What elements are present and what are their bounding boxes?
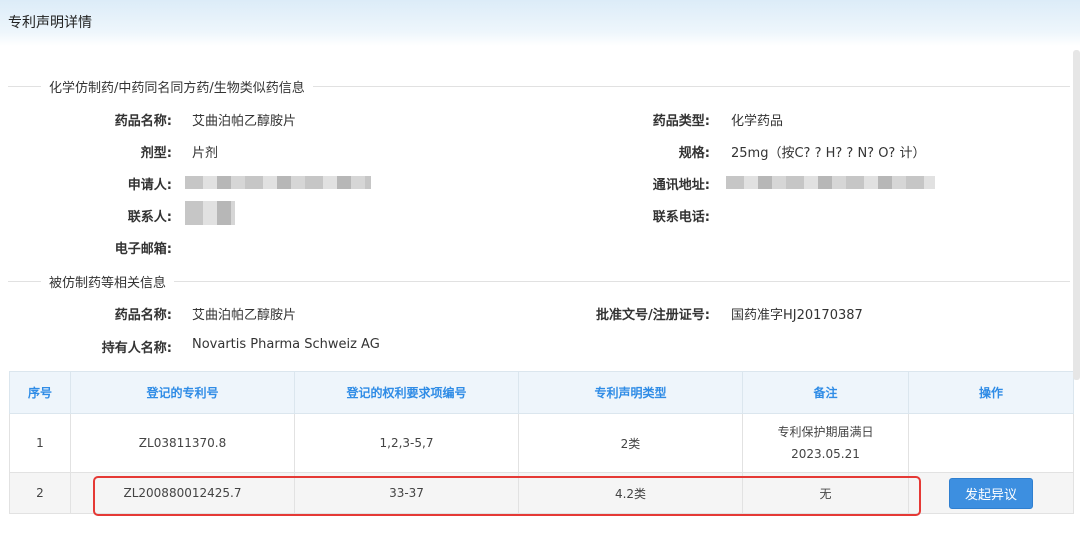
spec-label: 规格:	[678, 146, 710, 161]
drug-name-label: 药品名称:	[114, 114, 172, 129]
dosage-form-label: 剂型:	[140, 146, 172, 161]
ref-drug-name-value: 艾曲泊帕乙醇胺片	[192, 308, 297, 323]
cell-remark: 专利保护期届满日2023.05.21	[742, 413, 909, 473]
col-header-remark: 备注	[742, 371, 909, 414]
contact-redacted	[185, 201, 235, 225]
ref-drug-name-label: 药品名称:	[114, 308, 172, 323]
highlight-annotation	[93, 476, 921, 516]
drug-type-label: 药品类型:	[652, 114, 710, 129]
dosage-form-value: 片剂	[192, 146, 219, 161]
scrollbar[interactable]	[1073, 50, 1080, 380]
col-header-no: 序号	[9, 371, 71, 414]
cell-claims: 1,2,3-5,7	[294, 413, 519, 473]
cell-statement-type: 2类	[518, 413, 743, 473]
section-title-reference-drug: 被仿制药等相关信息	[41, 272, 175, 291]
raise-objection-button[interactable]: 发起异议	[948, 477, 1033, 509]
approval-number-label: 批准文号/注册证号:	[596, 308, 710, 323]
spec-value: 25mg（按C? ? H? ? N? O? 计）	[731, 146, 926, 161]
phone-label: 联系电话:	[652, 210, 710, 225]
table-row: 1 ZL03811370.8 1,2,3-5,7 2类 专利保护期届满日2023…	[9, 413, 1074, 473]
drug-type-value: 化学药品	[731, 114, 784, 129]
applicant-label: 申请人:	[127, 178, 172, 193]
drug-name-value: 艾曲泊帕乙醇胺片	[192, 114, 297, 129]
col-header-claims: 登记的权利要求项编号	[294, 371, 519, 414]
page-header: 专利声明详情	[0, 0, 1080, 46]
cell-no: 1	[9, 413, 71, 473]
applicant-redacted	[185, 176, 371, 189]
cell-action: 发起异议	[908, 472, 1074, 514]
holder-label: 持有人名称:	[101, 341, 172, 356]
address-redacted	[726, 176, 935, 189]
cell-patent: ZL03811370.8	[70, 413, 295, 473]
approval-number-value: 国药准字HJ20170387	[731, 308, 863, 323]
contact-label: 联系人:	[127, 210, 172, 225]
page-title: 专利声明详情	[8, 15, 92, 31]
table-header-row: 序号 登记的专利号 登记的权利要求项编号 专利声明类型 备注 操作	[9, 371, 1074, 414]
cell-no: 2	[9, 472, 71, 514]
cell-action	[908, 413, 1074, 473]
holder-value: Novartis Pharma Schweiz AG	[192, 337, 380, 352]
col-header-patent: 登记的专利号	[70, 371, 295, 414]
section-title-generic-drug: 化学仿制药/中药同名同方药/生物类似药信息	[41, 77, 313, 96]
address-label: 通讯地址:	[652, 178, 710, 193]
col-header-statement-type: 专利声明类型	[518, 371, 743, 414]
remark-text: 专利保护期届满日2023.05.21	[777, 425, 874, 461]
email-label: 电子邮箱:	[114, 242, 172, 257]
col-header-action: 操作	[908, 371, 1074, 414]
